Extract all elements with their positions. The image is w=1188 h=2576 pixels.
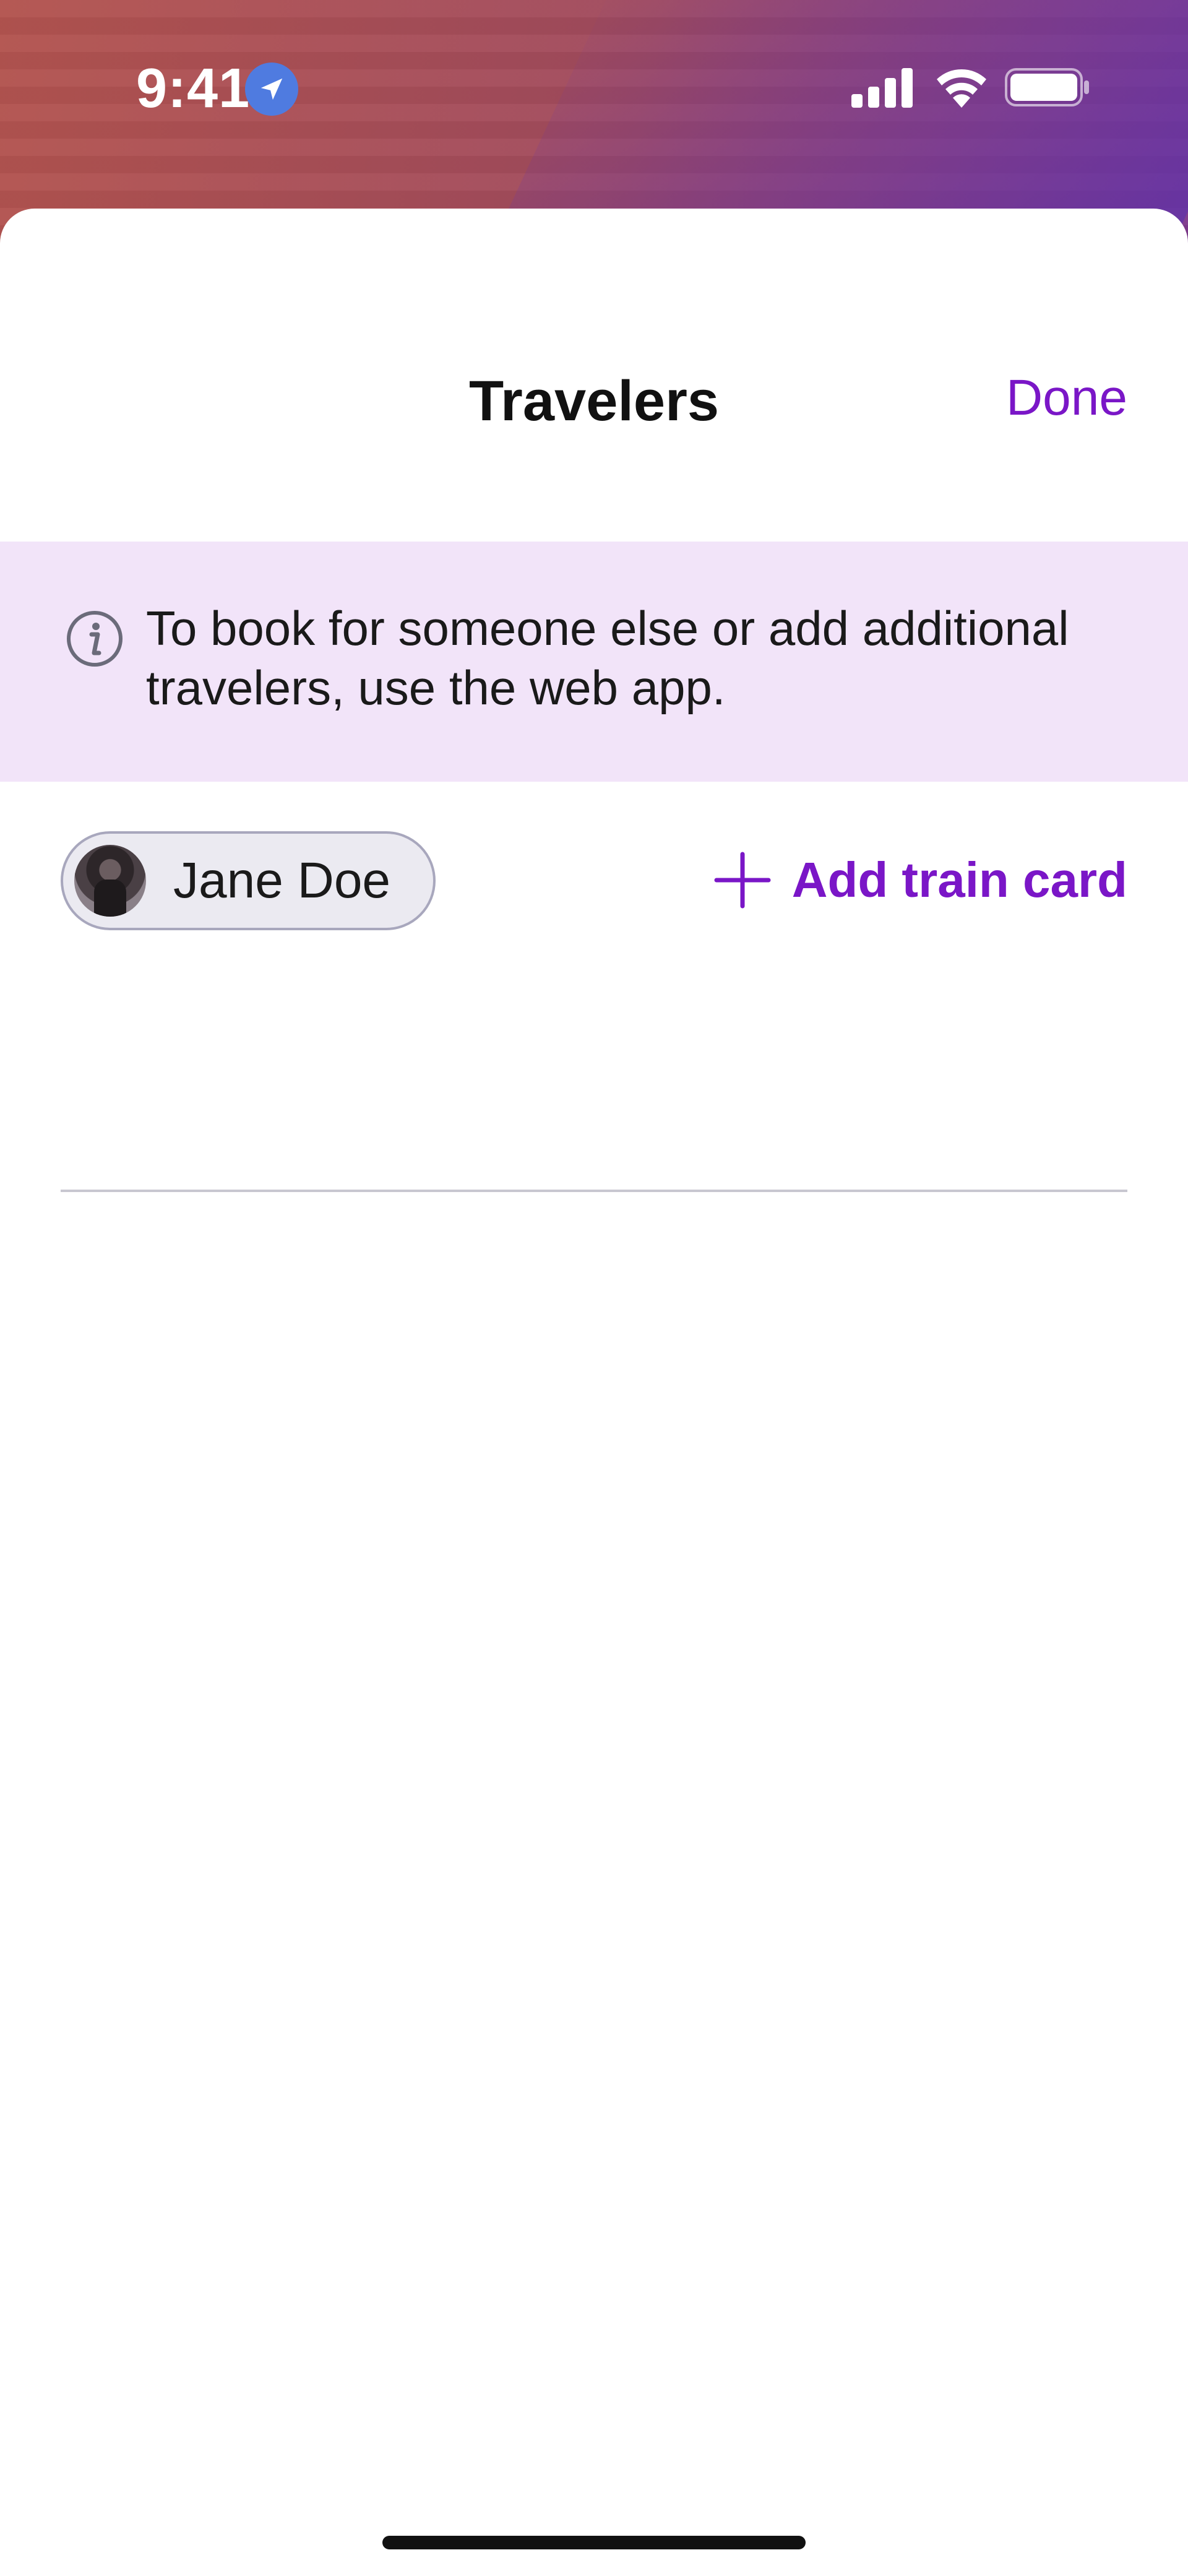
- done-button[interactable]: Done: [1006, 373, 1127, 423]
- divider: [61, 1190, 1127, 1192]
- info-banner-text: To book for someone else or add addition…: [146, 601, 1069, 715]
- signal-bars-icon: [851, 67, 913, 111]
- status-time: 9:41: [136, 58, 251, 119]
- travelers-sheet: Travelers Done To book for someone else …: [0, 209, 1188, 2576]
- home-indicator[interactable]: [382, 2536, 806, 2549]
- avatar: [74, 845, 146, 917]
- location-arrow-icon: [245, 63, 298, 116]
- traveler-chip[interactable]: Jane Doe: [61, 831, 436, 930]
- battery-icon: [1005, 68, 1090, 110]
- plus-icon: [714, 852, 771, 909]
- info-icon: [66, 610, 124, 668]
- traveler-name: Jane Doe: [173, 852, 391, 909]
- add-train-card-label: Add train card: [791, 852, 1127, 907]
- status-bar: 9:41: [0, 0, 1188, 179]
- screen: 9:41 Travelers Done To book for someone …: [0, 0, 1188, 2576]
- add-train-card-button[interactable]: Add train card: [714, 846, 1127, 914]
- wifi-icon: [933, 61, 990, 112]
